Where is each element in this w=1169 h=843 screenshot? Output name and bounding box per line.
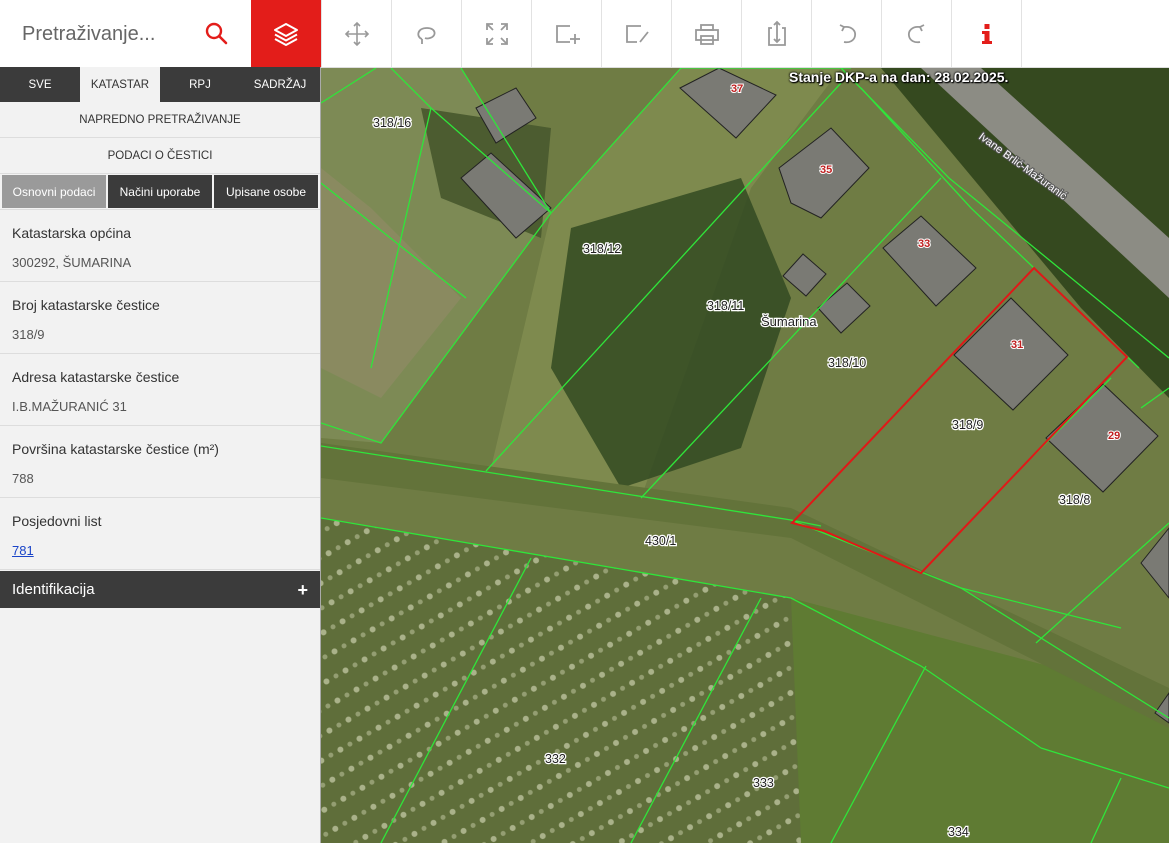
identification-section[interactable]: Identifikacija + [0,571,320,608]
field-ownership-sheet: Posjedovni list 781 [0,498,320,570]
tab-registered-persons[interactable]: Upisane osobe [214,175,318,208]
field-parcel-area: Površina katastarske čestice (m²) 788 [0,426,320,498]
layers-button[interactable] [251,0,321,67]
tab-katastar[interactable]: KATASTAR [80,67,160,102]
field-label: Površina katastarske čestice (m²) [12,441,219,457]
top-tabs: SVE KATASTAR RPJ SADRŽAJ [0,67,320,102]
map-canvas[interactable]: 318/16 318/12 318/11 318/10 318/9 318/8 … [321,68,1169,843]
print-button[interactable] [671,0,741,67]
house-number: 33 [918,238,930,250]
edit-area-button[interactable] [601,0,671,67]
tab-sadrzaj[interactable]: SADRŽAJ [240,67,320,102]
house-number: 29 [1108,430,1120,442]
undo-icon [839,23,856,43]
field-value: 300292, ŠUMARINA [12,255,132,270]
pan-button[interactable] [321,0,391,67]
ownership-sheet-link[interactable]: 781 [12,529,320,558]
tab-usage-types[interactable]: Načini uporabe [108,175,212,208]
redo-button[interactable] [881,0,951,67]
lasso-button[interactable] [391,0,461,67]
parcel-label: 333 [753,776,774,790]
tab-basic-data[interactable]: Osnovni podaci [2,175,106,208]
parcel-label: 332 [545,752,566,766]
expand-plus-icon[interactable]: + [297,580,308,601]
parcel-label: 318/12 [583,242,621,256]
fullscreen-button[interactable] [461,0,531,67]
left-panel: SVE KATASTAR RPJ SADRŽAJ NAPREDNO PRETRA… [0,67,321,843]
export-button[interactable] [741,0,811,67]
house-number: 37 [731,83,743,95]
field-value: 318/9 [12,327,45,342]
identification-label: Identifikacija [12,581,95,598]
search-box [0,0,251,67]
parcel-label: 318/10 [828,356,866,370]
field-label: Adresa katastarske čestice [12,369,180,385]
add-area-button[interactable] [531,0,601,67]
field-label: Katastarska općina [12,225,132,241]
field-label: Posjedovni list [12,513,102,529]
print-icon [694,23,719,45]
lasso-icon [416,26,435,44]
place-name: Šumarina [761,314,817,329]
field-cadastral-municipality: Katastarska općina 300292, ŠUMARINA [0,210,320,282]
undo-button[interactable] [811,0,881,67]
parcel-label: 318/9 [952,418,983,432]
house-number: 31 [1011,339,1023,351]
parcel-info-heading: PODACI O ČESTICI [0,138,320,174]
fullscreen-icon [485,22,508,45]
edit-area-icon [625,24,649,43]
field-label: Broj katastarske čestice [12,297,160,313]
field-value: I.B.MAŽURANIĆ 31 [12,399,127,414]
export-icon [767,20,786,46]
cadastre-status-date: Stanje DKP-a na dan: 28.02.2025. [789,69,1009,85]
parcel-label: 318/8 [1059,493,1090,507]
map-view[interactable]: 318/16 318/12 318/11 318/10 318/9 318/8 … [321,68,1169,843]
parcel-label: 318/11 [707,299,744,313]
search-icon[interactable] [204,21,228,45]
field-parcel-number: Broj katastarske čestice 318/9 [0,282,320,354]
sub-tabs: Osnovni podaci Načini uporabe Upisane os… [0,174,320,210]
house-number: 35 [820,164,832,176]
tab-rpj[interactable]: RPJ [160,67,240,102]
redo-icon [907,23,924,43]
info-icon [981,23,992,44]
info-button[interactable] [951,0,1022,67]
top-toolbar [0,0,1169,68]
parcel-label: 318/16 [373,116,411,130]
add-area-icon [555,24,580,44]
move-icon [344,21,369,46]
parcel-label: 430/1 [645,534,676,548]
advanced-search-link[interactable]: NAPREDNO PRETRAŽIVANJE [0,102,320,138]
field-parcel-address: Adresa katastarske čestice I.B.MAŽURANIĆ… [0,354,320,426]
field-value: 788 [12,471,34,486]
layers-icon [274,22,298,46]
tab-sve[interactable]: SVE [0,67,80,102]
parcel-label: 334 [948,825,969,839]
search-input[interactable] [20,20,199,48]
